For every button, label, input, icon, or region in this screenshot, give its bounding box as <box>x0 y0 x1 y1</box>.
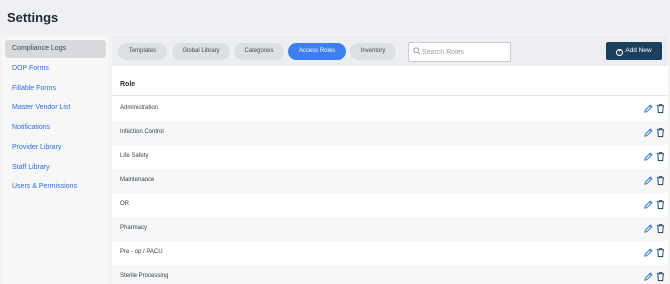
edit-pencil-icon[interactable] <box>643 175 654 186</box>
sidebar-item-fillable-forms[interactable]: Fillable Forms <box>5 80 106 98</box>
role-name: OR <box>120 201 129 207</box>
sidebar-item-compliance-logs[interactable]: Compliance Logs <box>5 40 106 58</box>
sidebar-item-staff-library[interactable]: Staff Library <box>5 159 106 177</box>
sidebar-item-dop-forms[interactable]: DOP Forms <box>5 60 106 78</box>
edit-pencil-icon[interactable] <box>643 247 654 258</box>
page-title: Settings <box>7 10 59 25</box>
tab-access-roles[interactable]: Access Roles <box>288 43 346 60</box>
delete-trash-icon[interactable] <box>655 151 666 162</box>
table-row: Life Safety <box>112 145 668 169</box>
role-name: Administration <box>120 105 159 111</box>
delete-trash-icon[interactable] <box>655 103 666 114</box>
table-row: Infection Control <box>112 121 668 145</box>
column-header-role: Role <box>120 81 136 88</box>
main-panel: Templates Global Library Categories Acce… <box>112 36 668 284</box>
delete-trash-icon[interactable] <box>655 223 666 234</box>
page-header: Settings <box>0 0 670 34</box>
delete-trash-icon[interactable] <box>655 199 666 210</box>
role-name: Sterile Processing <box>120 273 169 279</box>
edit-pencil-icon[interactable] <box>643 199 654 210</box>
tab-global-library[interactable]: Global Library <box>172 43 230 60</box>
sidebar-item-provider-library[interactable]: Provider Library <box>5 139 106 157</box>
delete-trash-icon[interactable] <box>655 271 666 282</box>
edit-pencil-icon[interactable] <box>643 151 654 162</box>
role-name: Pharmacy <box>120 225 148 231</box>
table-row: Pharmacy <box>112 217 668 241</box>
delete-trash-icon[interactable] <box>655 175 666 186</box>
table-row: Administration <box>112 97 668 121</box>
settings-sidebar: Compliance Logs DOP Forms Fillable Forms… <box>2 36 108 284</box>
table-row: Pre - op / PACU <box>112 241 668 265</box>
role-name: Life Safety <box>120 153 149 159</box>
toolbar: Templates Global Library Categories Acce… <box>112 36 668 66</box>
sidebar-item-users-permissions[interactable]: Users & Permissions <box>5 178 106 196</box>
search-box <box>408 42 511 62</box>
edit-pencil-icon[interactable] <box>643 271 654 282</box>
table-header: Role <box>112 74 668 96</box>
add-new-label: Add New <box>625 47 652 54</box>
sidebar-item-master-vendor-list[interactable]: Master Vendor List <box>5 99 106 117</box>
role-name: Pre - op / PACU <box>120 249 163 255</box>
tab-categories[interactable]: Categories <box>234 43 284 60</box>
delete-trash-icon[interactable] <box>655 247 666 258</box>
table-row: Maintenance <box>112 169 668 193</box>
table-row: Sterile Processing <box>112 265 668 284</box>
role-name: Maintenance <box>120 177 155 183</box>
search-input[interactable] <box>422 44 508 60</box>
edit-pencil-icon[interactable] <box>643 103 654 114</box>
sidebar-item-notifications[interactable]: Notifications <box>5 119 106 137</box>
role-name: Infection Control <box>120 129 164 135</box>
edit-pencil-icon[interactable] <box>643 127 654 138</box>
tab-inventory[interactable]: Inventory <box>350 43 396 60</box>
search-icon <box>413 47 421 55</box>
table-row: OR <box>112 193 668 217</box>
tab-templates[interactable]: Templates <box>118 43 167 60</box>
delete-trash-icon[interactable] <box>655 127 666 138</box>
plus-circle-icon: + <box>616 49 624 56</box>
add-new-button[interactable]: + Add New <box>606 42 662 60</box>
edit-pencil-icon[interactable] <box>643 223 654 234</box>
